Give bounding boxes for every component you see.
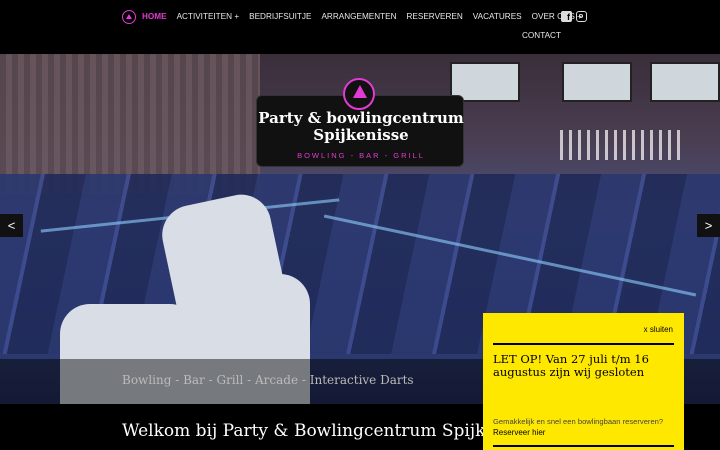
hero-background-curtain xyxy=(0,54,260,194)
nav-item-vacatures[interactable]: Vacatures xyxy=(473,12,522,21)
nav-item-over-ons[interactable]: Over ons + xyxy=(532,12,582,21)
hero-background-pins xyxy=(560,130,680,160)
slider-prev-button[interactable]: < xyxy=(0,214,23,237)
hero-tagline: Bowling - Bar - Grill - Arcade - Interac… xyxy=(122,373,414,387)
popup-text: Gemakkelijk en snel een bowlingbaan rese… xyxy=(493,417,664,426)
instagram-icon[interactable] xyxy=(576,11,587,22)
top-navbar: Home Activiteiten + Bedrijfsuitje Arrang… xyxy=(0,0,720,54)
hero-logo-title-line1: Party & bowlingcentrum xyxy=(258,109,464,127)
nav-item-reserveren[interactable]: Reserveren xyxy=(407,12,463,21)
facebook-icon[interactable]: f xyxy=(561,11,572,22)
main-menu: Home Activiteiten + Bedrijfsuitje Arrang… xyxy=(142,12,592,21)
nav-item-arrangementen[interactable]: Arrangementen xyxy=(321,12,396,21)
nav-item-bedrijfsuitje[interactable]: Bedrijfsuitje xyxy=(249,12,311,21)
hero-logo-subtitle: BOWLING - BAR - GRILL xyxy=(297,151,425,160)
popup-divider xyxy=(493,343,674,345)
popup-reserve-link[interactable]: Reserveer hier xyxy=(493,428,545,437)
bowling-logo-icon[interactable] xyxy=(122,10,136,24)
hero-logo-title-line2: Spijkenisse xyxy=(313,126,409,144)
bowling-emblem-icon xyxy=(343,78,375,110)
slider-next-button[interactable]: > xyxy=(697,214,720,237)
closure-notice-popup: x sluiten LET OP! Van 27 juli t/m 16 aug… xyxy=(483,313,684,450)
page-title: Welkom bij Party & Bowlingcentrum Spijke… xyxy=(122,421,540,441)
popup-close-button[interactable]: x sluiten xyxy=(644,325,673,334)
nav-item-contact[interactable]: Contact xyxy=(522,31,561,40)
nav-item-activiteiten[interactable]: Activiteiten + xyxy=(177,12,240,21)
popup-title: LET OP! Van 27 juli t/m 16 augustus zijn… xyxy=(493,352,649,379)
nav-item-home[interactable]: Home xyxy=(142,12,167,21)
popup-divider-bottom xyxy=(493,445,674,447)
hero-logo-title: Party & bowlingcentrum Spijkenisse xyxy=(257,110,465,144)
